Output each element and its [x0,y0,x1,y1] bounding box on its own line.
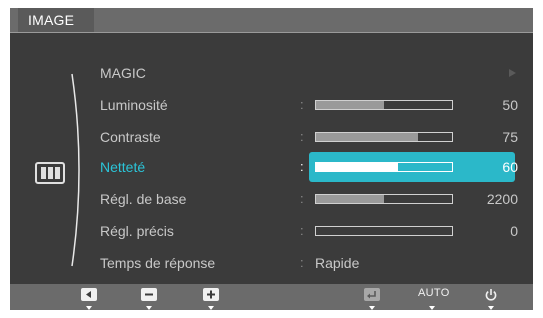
menu-item-label: Luminosité [100,97,168,113]
regl-de-base-slider[interactable] [315,194,453,204]
separator: : [300,97,304,112]
menu-item-regl-de-base[interactable]: Régl. de base : 2200 [92,184,522,214]
chevron-down-icon [369,306,375,310]
menu-item-temps-de-reponse[interactable]: Temps de réponse : Rapide [92,248,522,278]
menu-item-value: 50 [502,97,518,113]
menu-item-label: Temps de réponse [100,255,216,271]
osd-menu: IMAGE MAGIC Luminosité : 50 Contraste : … [10,8,533,310]
chevron-down-icon [429,306,435,310]
menu-item-value: 0 [510,223,518,239]
arrow-right-icon [509,69,516,77]
auto-button[interactable]: AUTO [418,287,450,299]
chevron-down-icon [488,306,494,310]
luminosite-slider[interactable] [315,100,453,110]
menu-item-magic[interactable]: MAGIC [92,58,522,88]
plus-button[interactable] [203,288,219,302]
separator: : [300,223,304,238]
osd-footer: AUTO [10,284,533,310]
enter-button[interactable] [364,288,380,302]
picture-mode-icon [35,162,65,184]
left-arrow-icon [81,288,97,301]
menu-item-label: Régl. de base [100,191,187,207]
separator: : [300,159,304,174]
chevron-down-icon [86,306,92,310]
contraste-slider[interactable] [315,132,453,142]
menu-item-value: 75 [502,129,518,145]
menu-item-value: 2200 [486,191,518,207]
enter-icon [364,288,380,301]
regl-precis-slider[interactable] [315,226,453,236]
menu-item-label: Contraste [100,129,161,145]
header-divider [10,32,533,33]
menu-title-tab[interactable]: IMAGE [18,8,94,32]
minus-icon [141,288,157,301]
menu-item-label: Régl. précis [100,223,174,239]
menu-item-regl-precis[interactable]: Régl. précis : 0 [92,216,522,246]
menu-item-value: Rapide [315,255,360,271]
left-arrow-button[interactable] [81,288,97,302]
separator: : [300,255,304,270]
menu-item-contraste[interactable]: Contraste : 75 [92,122,522,152]
osd-header: IMAGE [10,8,533,32]
menu-bracket-decoration [71,73,80,267]
menu-item-nettete[interactable]: Netteté : 60 [92,152,522,182]
separator: : [300,129,304,144]
chevron-down-icon [208,306,214,310]
nettete-slider[interactable] [315,162,453,172]
minus-button[interactable] [141,288,157,302]
menu-item-luminosite[interactable]: Luminosité : 50 [92,90,522,120]
power-button[interactable] [484,288,498,302]
menu-item-value: 60 [502,159,518,175]
plus-icon [203,288,219,301]
menu-item-label: Netteté [100,159,146,175]
separator: : [300,191,304,206]
chevron-down-icon [146,306,152,310]
menu-item-label: MAGIC [100,65,146,81]
power-icon [485,289,497,301]
